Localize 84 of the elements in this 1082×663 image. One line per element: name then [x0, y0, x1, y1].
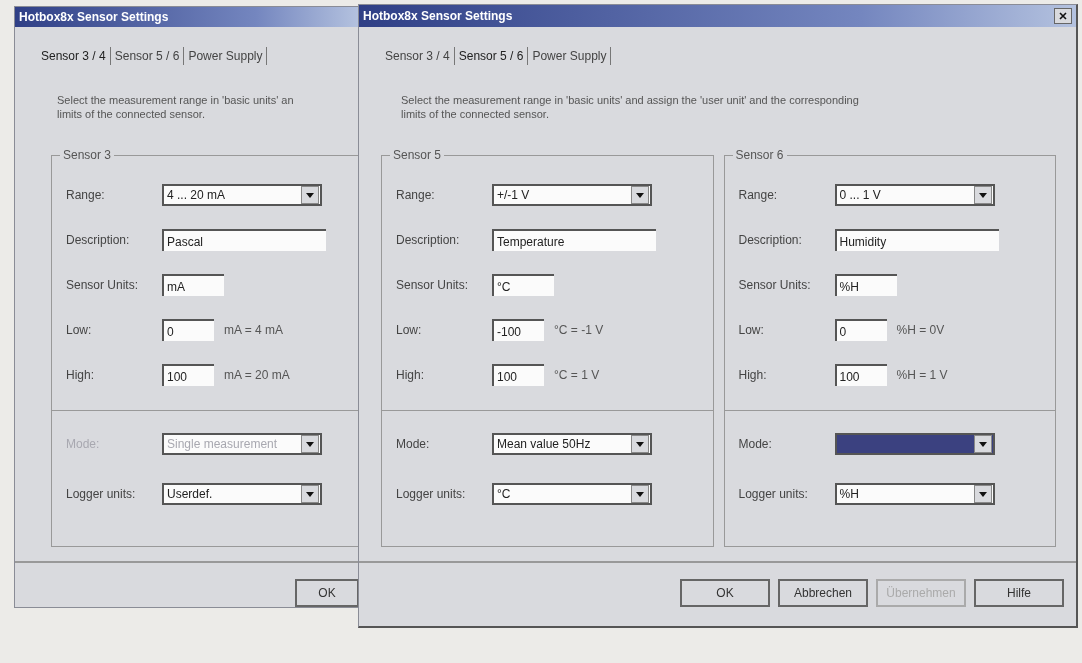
field-label: Description:	[396, 233, 461, 247]
field-label: Range:	[738, 188, 779, 202]
dropdown[interactable]: °C	[492, 483, 652, 505]
caret-icon	[978, 491, 987, 497]
number-field[interactable]: 100	[834, 364, 887, 386]
unit-note: %H = 0V	[896, 323, 945, 337]
caret-icon	[636, 491, 644, 497]
close-icon	[1059, 12, 1067, 20]
caret-icon	[978, 192, 987, 198]
dropdown[interactable]: Userdef.	[162, 483, 322, 505]
field-label: Mode:	[396, 437, 431, 451]
tab[interactable]: Sensor 3 / 4	[381, 47, 454, 65]
close-button[interactable]	[1054, 8, 1072, 24]
dropdown[interactable]: %H	[834, 483, 995, 505]
field-label: Description:	[66, 233, 131, 247]
dropdown-button[interactable]	[973, 186, 992, 204]
group-title: Sensor 5	[390, 148, 445, 162]
number-field[interactable]: 100	[492, 364, 544, 386]
unit-note: mA = 4 mA	[224, 323, 284, 337]
window-title: Hotbox8x Sensor Settings	[19, 10, 169, 24]
dialog-button[interactable]: OK	[295, 579, 359, 607]
tab[interactable]: Power Supply	[527, 47, 612, 65]
dialog-button[interactable]: Hilfe	[974, 579, 1064, 607]
caret-icon	[306, 192, 314, 198]
text-field[interactable]: %H	[834, 274, 897, 296]
dropdown-button[interactable]	[973, 485, 992, 503]
number-field[interactable]: 0	[162, 319, 214, 341]
field-label: Range:	[66, 188, 106, 202]
text-field[interactable]: mA	[162, 274, 224, 296]
unit-note: %H = 1 V	[896, 368, 948, 382]
caret-icon	[306, 441, 314, 447]
unit-note: °C = -1 V	[554, 323, 604, 337]
dropdown-button[interactable]	[973, 435, 992, 453]
dialog-button[interactable]: Abbrechen	[778, 579, 868, 607]
dropdown[interactable]: Mean value 50Hz	[492, 433, 652, 455]
field-label: Range:	[396, 188, 436, 202]
tab[interactable]: Sensor 5 / 6	[109, 47, 184, 65]
text-field[interactable]: Pascal	[162, 229, 326, 251]
field-label: Sensor Units:	[396, 278, 470, 292]
instruction-text: Select the measurement range in 'basic units' an	[57, 93, 295, 107]
field-label: Description:	[738, 233, 803, 247]
text-field[interactable]: °C	[492, 274, 554, 296]
instruction-text: limits of the connected sensor.	[401, 107, 550, 121]
field-label: Mode:	[738, 437, 773, 451]
tab[interactable]: Sensor 3 / 4	[37, 47, 110, 65]
field-label: Low:	[738, 323, 765, 337]
instruction-text: limits of the connected sensor.	[57, 107, 206, 121]
field-label: High:	[396, 368, 425, 382]
dropdown-button[interactable]	[301, 186, 319, 204]
field-label: Logger units:	[396, 487, 467, 501]
dialog-button[interactable]: OK	[680, 579, 770, 607]
dropdown[interactable]	[834, 433, 995, 455]
number-field[interactable]: -100	[492, 319, 544, 341]
unit-note: mA = 20 mA	[224, 368, 290, 382]
text-field[interactable]: Humidity	[834, 229, 999, 251]
number-field[interactable]: 0	[834, 319, 887, 341]
instruction-text: Select the measurement range in 'basic units' and assign the 'user unit' and the corresponding	[401, 93, 860, 107]
field-label: Sensor Units:	[66, 278, 140, 292]
caret-icon	[978, 441, 987, 447]
group-title: Sensor 3	[60, 148, 115, 162]
group-title: Sensor 6	[732, 148, 787, 162]
unit-note: °C = 1 V	[554, 368, 600, 382]
window-title: Hotbox8x Sensor Settings	[363, 9, 513, 23]
field-label: Low:	[66, 323, 93, 337]
dropdown[interactable]: 4 ... 20 mA	[162, 184, 322, 206]
field-label: Logger units:	[738, 487, 809, 501]
tab[interactable]: Power Supply	[183, 47, 268, 65]
field-label: Low:	[396, 323, 423, 337]
field-label: Logger units:	[66, 487, 137, 501]
tab[interactable]: Sensor 5 / 6	[453, 47, 528, 65]
caret-icon	[636, 441, 644, 447]
dropdown-button[interactable]	[631, 186, 649, 204]
field-label: Sensor Units:	[738, 278, 812, 292]
dropdown[interactable]: +/-1 V	[492, 184, 652, 206]
caret-icon	[306, 491, 314, 497]
dropdown-button[interactable]	[631, 485, 649, 503]
field-label: High:	[738, 368, 768, 382]
text-field[interactable]: Temperature	[492, 229, 656, 251]
dropdown[interactable]: 0 ... 1 V	[834, 184, 995, 206]
caret-icon	[636, 192, 644, 198]
number-field[interactable]: 100	[162, 364, 214, 386]
field-label: High:	[66, 368, 95, 382]
dropdown-button[interactable]	[301, 485, 319, 503]
dropdown-button[interactable]	[631, 435, 649, 453]
